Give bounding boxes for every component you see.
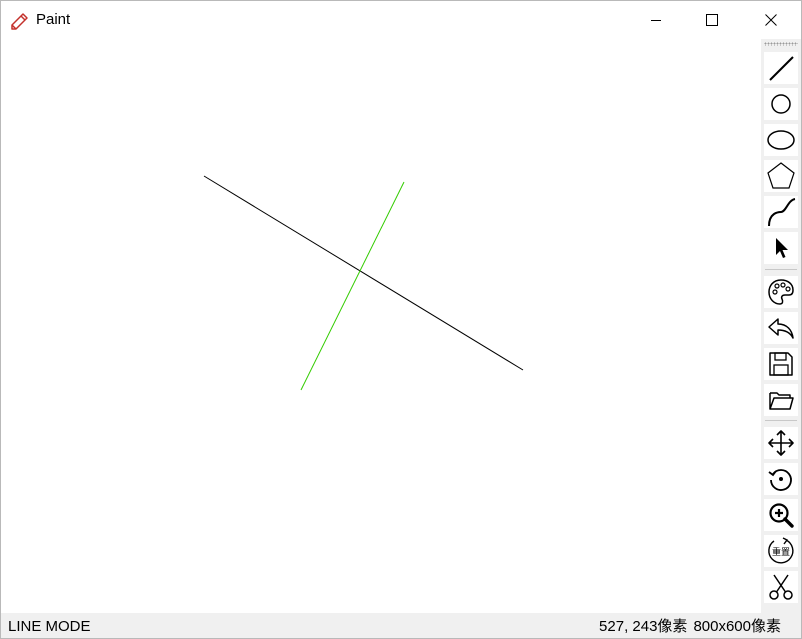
- paint-window: Paint 重置 LINE MODE 527, 243像素 800x600像素: [0, 0, 802, 639]
- drawing-canvas[interactable]: [1, 39, 761, 613]
- reset-button[interactable]: 重置: [764, 535, 798, 567]
- toolbar-separator: [765, 420, 797, 421]
- reset-label: 重置: [772, 546, 790, 558]
- pentagon-icon: [767, 162, 795, 189]
- reset-icon: 重置: [768, 537, 794, 564]
- rotate-button[interactable]: [764, 463, 798, 495]
- canvas-size: 800x600像素: [693, 618, 781, 635]
- status-info: 527, 243像素 800x600像素: [599, 618, 781, 636]
- mode-status: LINE MODE: [8, 618, 91, 635]
- undo-button[interactable]: [764, 312, 798, 344]
- ellipse-tool-button[interactable]: [764, 124, 798, 156]
- toolbar-separator: [765, 269, 797, 270]
- title-bar[interactable]: Paint: [1, 1, 801, 39]
- move-arrows-icon: [768, 430, 794, 456]
- scissors-icon: [769, 574, 793, 600]
- curve-tool-button[interactable]: [764, 196, 798, 228]
- palette-icon: [768, 279, 794, 305]
- minimize-button[interactable]: [633, 1, 679, 39]
- color-palette-button[interactable]: [764, 276, 798, 308]
- undo-arrow-icon: [768, 318, 794, 339]
- save-button[interactable]: [764, 348, 798, 380]
- select-tool-button[interactable]: [764, 232, 798, 264]
- line-icon: [769, 56, 794, 81]
- circle-tool-button[interactable]: [764, 88, 798, 120]
- floppy-disk-icon: [769, 352, 793, 376]
- zoom-button[interactable]: [764, 499, 798, 531]
- window-title: Paint: [36, 11, 71, 28]
- clip-button[interactable]: [764, 571, 798, 603]
- cursor-arrow-icon: [776, 238, 788, 258]
- rotate-icon: [768, 469, 792, 491]
- ellipse-icon: [767, 130, 795, 150]
- pencil-icon: [9, 9, 31, 31]
- maximize-button[interactable]: [689, 1, 735, 39]
- circle-icon: [771, 94, 791, 114]
- open-file-button[interactable]: [764, 384, 798, 416]
- green-line-shape[interactable]: [300, 181, 405, 391]
- move-button[interactable]: [764, 427, 798, 459]
- status-bar: LINE MODE 527, 243像素 800x600像素: [1, 613, 801, 638]
- zoom-in-icon: [769, 503, 794, 528]
- close-icon: [765, 14, 777, 26]
- toolbar-grip[interactable]: [764, 42, 798, 46]
- close-button[interactable]: [748, 1, 794, 39]
- maximize-icon: [706, 14, 718, 26]
- line-tool-button[interactable]: [764, 52, 798, 84]
- cursor-position: 527, 243像素: [599, 618, 688, 635]
- black-line-shape[interactable]: [203, 175, 524, 371]
- tool-bar: 重置: [761, 39, 801, 613]
- minimize-icon: [651, 20, 661, 21]
- folder-open-icon: [769, 392, 794, 410]
- polygon-tool-button[interactable]: [764, 160, 798, 192]
- curve-icon: [768, 198, 796, 227]
